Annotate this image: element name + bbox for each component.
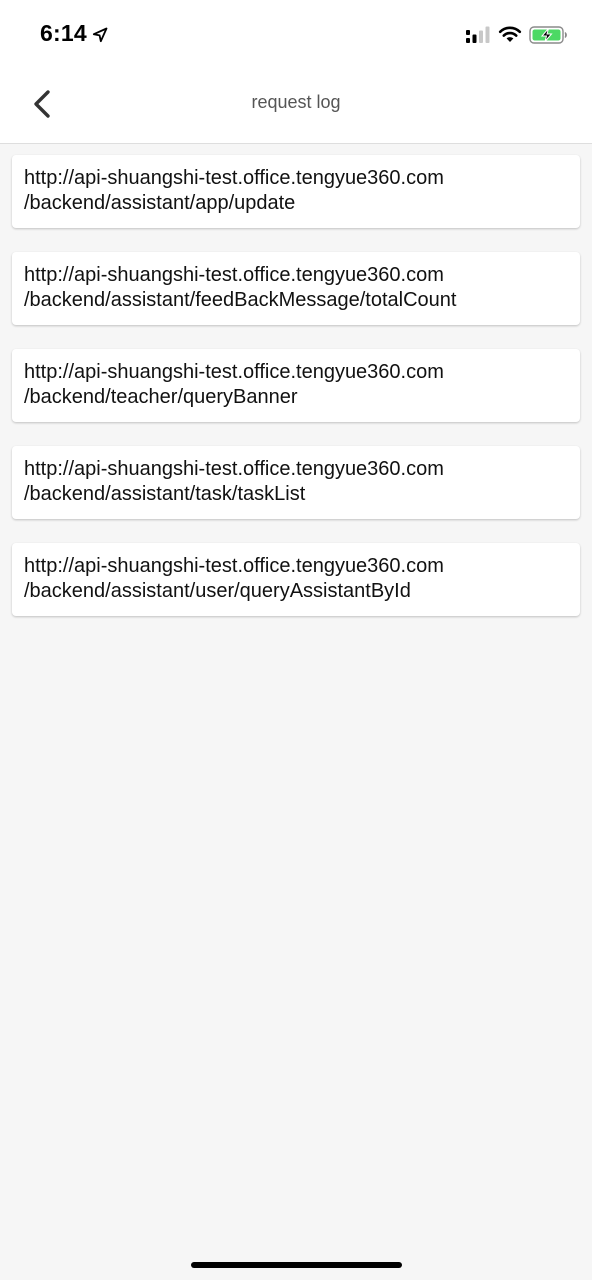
home-indicator xyxy=(191,1262,402,1268)
request-host: http://api-shuangshi-test.office.tengyue… xyxy=(24,264,444,286)
battery-charging-icon xyxy=(529,26,567,44)
request-path: /backend/teacher/queryBanner xyxy=(24,386,298,408)
request-log-item[interactable]: http://api-shuangshi-test.office.tengyue… xyxy=(12,252,580,325)
request-path: /backend/assistant/user/queryAssistantBy… xyxy=(24,580,411,602)
request-path: /backend/assistant/feedBackMessage/total… xyxy=(24,289,457,311)
request-log-item[interactable]: http://api-shuangshi-test.office.tengyue… xyxy=(12,446,580,519)
request-host: http://api-shuangshi-test.office.tengyue… xyxy=(24,361,444,383)
request-log-item[interactable]: http://api-shuangshi-test.office.tengyue… xyxy=(12,349,580,422)
status-time: 6:14 xyxy=(40,20,87,46)
request-log-list: http://api-shuangshi-test.office.tengyue… xyxy=(12,155,580,640)
request-host: http://api-shuangshi-test.office.tengyue… xyxy=(24,167,444,189)
request-host: http://api-shuangshi-test.office.tengyue… xyxy=(24,458,444,480)
request-log-item[interactable]: http://api-shuangshi-test.office.tengyue… xyxy=(12,155,580,228)
page-title: request log xyxy=(251,92,341,112)
request-log-item[interactable]: http://api-shuangshi-test.office.tengyue… xyxy=(12,543,580,616)
cellular-signal-icon xyxy=(466,26,490,43)
request-path: /backend/assistant/task/taskList xyxy=(24,483,306,505)
location-arrow-icon xyxy=(92,27,108,43)
wifi-icon xyxy=(498,26,522,42)
request-host: http://api-shuangshi-test.office.tengyue… xyxy=(24,555,444,577)
status-bar: 6:14 xyxy=(0,0,592,72)
request-path: /backend/assistant/app/update xyxy=(24,192,296,214)
navigation-bar: request log xyxy=(0,72,592,144)
